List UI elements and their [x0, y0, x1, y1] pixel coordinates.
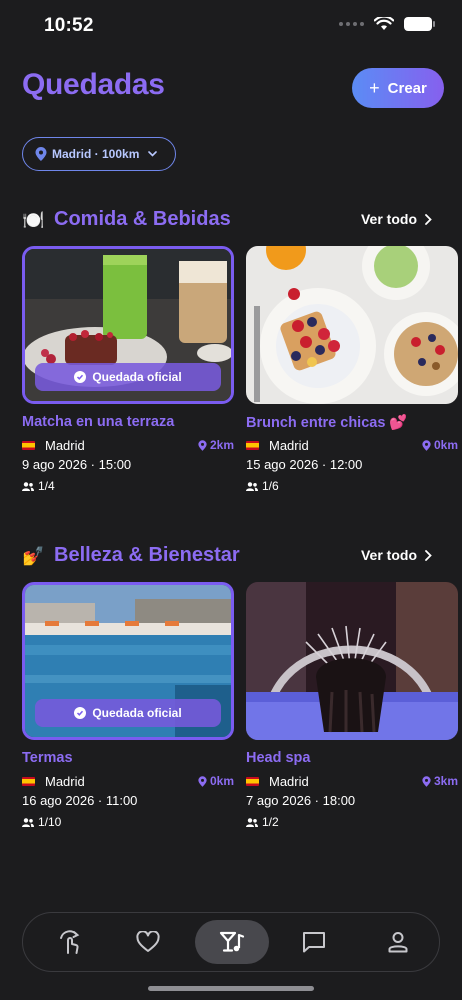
official-badge: Quedada oficial — [35, 363, 221, 391]
event-city: Madrid — [45, 774, 85, 789]
event-image-head-spa — [246, 582, 458, 740]
location-pin-icon — [198, 775, 207, 787]
event-title: Head spa — [246, 750, 311, 766]
event-distance-value: 2km — [209, 438, 234, 452]
people-icon — [22, 817, 34, 827]
create-button-label: Crear — [387, 79, 427, 97]
see-all-link[interactable]: Ver todo — [361, 547, 432, 563]
status-bar: 10:52 — [0, 0, 462, 52]
event-attendees: 1/6 — [262, 479, 279, 493]
event-distance: 0km — [422, 438, 458, 452]
event-distance-value: 3km — [433, 774, 458, 788]
nail-polish-icon: 💅 — [22, 546, 45, 566]
profile-icon — [388, 932, 408, 953]
spain-flag-icon — [22, 441, 35, 450]
event-card[interactable]: Brunch entre chicas 💕 Madrid 0km 15 ago … — [246, 246, 458, 493]
status-indicators — [339, 17, 435, 31]
home-indicator — [148, 986, 314, 991]
event-distance-value: 0km — [433, 438, 458, 452]
screen: 10:52 Quedadas + Crear Madrid · 100km 🍽️ — [0, 0, 462, 1000]
see-all-label: Ver todo — [360, 211, 417, 227]
event-location-row: Madrid 2km — [22, 438, 234, 453]
event-image-termas: Quedada oficial — [22, 582, 234, 740]
location-pin-icon — [198, 439, 207, 451]
location-filter-label: Madrid · 100km — [52, 147, 140, 161]
chat-icon — [303, 932, 325, 953]
event-image-matcha: Quedada oficial — [22, 246, 234, 404]
section-title: Comida & Bebidas — [54, 208, 231, 230]
event-city: Madrid — [45, 438, 85, 453]
verified-check-icon — [74, 371, 87, 383]
section-header: 🍽️ Comida & Bebidas Ver todo — [22, 208, 462, 234]
event-attendees: 1/2 — [262, 815, 279, 829]
event-datetime: 7 ago 2026 · 18:00 — [246, 793, 356, 808]
head-spa-photo — [246, 582, 458, 740]
event-attendees: 1/4 — [38, 479, 55, 493]
see-all-link[interactable]: Ver todo — [361, 211, 432, 227]
event-distance: 0km — [198, 774, 234, 788]
event-distance-value: 0km — [209, 774, 234, 788]
event-attendees-row: 1/10 — [22, 815, 234, 829]
bottom-nav — [22, 912, 440, 972]
spain-flag-icon — [246, 777, 259, 786]
event-title: Matcha en una terraza — [22, 414, 175, 430]
event-card[interactable]: Quedada oficial Matcha en una terraza Ma… — [22, 246, 234, 493]
people-icon — [246, 481, 258, 491]
event-card[interactable]: Head spa Madrid 3km 7 ago 2026 · 18:00 1… — [246, 582, 458, 829]
event-datetime: 9 ago 2026 · 15:00 — [22, 457, 132, 472]
event-title: Termas — [22, 750, 73, 766]
see-all-label: Ver todo — [360, 547, 417, 563]
cocktail-music-icon — [219, 931, 245, 952]
create-button[interactable]: + Crear — [352, 68, 444, 108]
cellular-signal-icon — [339, 22, 364, 26]
location-pin-icon — [422, 439, 431, 451]
location-pin-icon — [422, 775, 431, 787]
spain-flag-icon — [22, 777, 35, 786]
location-filter-chip[interactable]: Madrid · 100km — [22, 137, 176, 171]
section-header: 💅 Belleza & Bienestar Ver todo — [22, 544, 462, 570]
swipe-icon — [60, 930, 80, 954]
event-image-brunch — [246, 246, 458, 404]
event-datetime: 16 ago 2026 · 11:00 — [22, 793, 138, 808]
people-icon — [246, 817, 258, 827]
section-title: Belleza & Bienestar — [54, 544, 240, 566]
official-badge: Quedada oficial — [35, 699, 221, 727]
chevron-right-icon — [425, 213, 432, 225]
page-title: Quedadas — [22, 68, 165, 101]
event-city: Madrid — [269, 774, 309, 789]
location-pin-icon — [35, 147, 47, 161]
event-distance: 2km — [198, 438, 234, 452]
nav-chat[interactable] — [277, 920, 351, 964]
event-attendees-row: 1/2 — [246, 815, 458, 829]
event-location-row: Madrid 0km — [22, 774, 234, 789]
nav-meetups[interactable] — [195, 920, 269, 964]
event-attendees-row: 1/4 — [22, 479, 234, 493]
event-title: Brunch entre chicas 💕 — [246, 415, 408, 431]
status-time: 10:52 — [44, 15, 94, 36]
nav-favorites[interactable] — [111, 920, 185, 964]
nav-swipe[interactable] — [33, 920, 107, 964]
official-badge-label: Quedada oficial — [92, 706, 182, 720]
battery-icon — [404, 17, 435, 31]
brunch-photo — [246, 246, 458, 404]
event-distance: 3km — [422, 774, 458, 788]
event-city: Madrid — [269, 438, 309, 453]
heart-icon — [136, 931, 160, 952]
event-card[interactable]: Quedada oficial Termas Madrid 0km 16 ago… — [22, 582, 234, 829]
event-datetime: 15 ago 2026 · 12:00 — [246, 457, 363, 472]
official-badge-label: Quedada oficial — [92, 370, 182, 384]
event-attendees: 1/10 — [38, 815, 62, 829]
plate-icon: 🍽️ — [22, 210, 45, 230]
wifi-icon — [374, 17, 394, 30]
verified-check-icon — [74, 707, 87, 719]
event-location-row: Madrid 0km — [246, 438, 458, 453]
spain-flag-icon — [246, 441, 259, 450]
plus-icon: + — [369, 78, 380, 98]
chevron-right-icon — [425, 549, 432, 561]
event-attendees-row: 1/6 — [246, 479, 458, 493]
chevron-down-icon — [148, 151, 158, 157]
people-icon — [22, 481, 34, 491]
nav-profile[interactable] — [361, 920, 435, 964]
event-location-row: Madrid 3km — [246, 774, 458, 789]
